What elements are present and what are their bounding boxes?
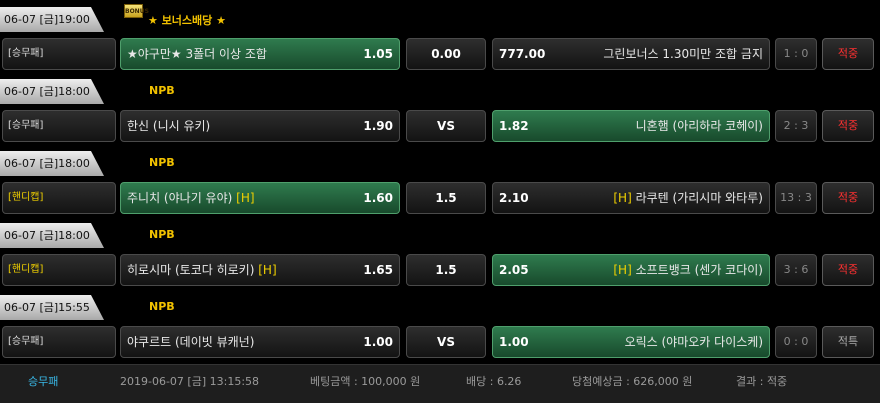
summary-odds: 배당 : 6.26: [466, 375, 522, 388]
summary-type: 승무패: [28, 375, 59, 388]
match-datetime: 06-07 [금]18:00: [0, 79, 104, 104]
handicap-tag: [H]: [613, 191, 632, 205]
draw-handicap[interactable]: VS: [406, 110, 486, 142]
league-name: NPB: [149, 228, 175, 241]
home-label: 히로시마 (토코다 히로키) [H]: [127, 255, 277, 285]
away-team: 라쿠텐 (가리시마 와타루): [635, 191, 763, 205]
home-team: 야쿠르트 (데이빗 뷰캐넌): [127, 335, 255, 349]
home-selection[interactable]: ★야구만★ 3폴더 이상 조합 1.05: [120, 38, 400, 70]
away-selection[interactable]: 1.00 오릭스 (야마오카 다이스케): [492, 326, 770, 358]
away-team: 니혼햄 (아리하라 코헤이): [635, 119, 763, 133]
home-team: ★야구만★ 3폴더 이상 조합: [127, 47, 267, 61]
home-team: 한신 (니시 유키): [127, 119, 211, 133]
result-badge: 적특: [822, 326, 874, 358]
away-odds: 1.82: [499, 119, 529, 133]
match-score: 13 : 3: [775, 182, 817, 214]
away-selection[interactable]: 2.05 [H] 소프트뱅크 (센가 코다이): [492, 254, 770, 286]
match-score: 1 : 0: [775, 38, 817, 70]
away-team: 그린보너스 1.30미만 조합 금지: [603, 47, 763, 61]
bet-summary: 승무패 2019-06-07 [금] 13:15:58 베팅금액 : 100,0…: [0, 364, 880, 403]
draw-handicap[interactable]: 1.5: [406, 182, 486, 214]
bonus-badge-icon: BONUS: [124, 4, 149, 18]
away-label: [H] 소프트뱅크 (센가 코다이): [613, 255, 763, 285]
away-label: [H] 라쿠텐 (가리시마 와타루): [613, 183, 763, 213]
match-datetime: 06-07 [금]18:00: [0, 223, 104, 248]
draw-handicap[interactable]: 1.5: [406, 254, 486, 286]
home-team: 히로시마 (토코다 히로키): [127, 263, 255, 277]
away-odds: 777.00: [499, 47, 546, 61]
summary-datetime: 2019-06-07 [금] 13:15:58: [120, 375, 260, 388]
away-team: 오릭스 (야마오카 다이스케): [624, 335, 763, 349]
home-odds: 1.90: [363, 119, 393, 133]
league-name: NPB: [149, 84, 175, 97]
match-score: 0 : 0: [775, 326, 817, 358]
home-selection[interactable]: 히로시마 (토코다 히로키) [H] 1.65: [120, 254, 400, 286]
handicap-tag: [H]: [236, 191, 255, 205]
away-odds: 1.00: [499, 335, 529, 349]
bonus-title: ★ 보너스배당 ★: [148, 14, 226, 27]
result-badge: 적중: [822, 254, 874, 286]
home-label: 주니치 (야나기 유야) [H]: [127, 183, 255, 213]
bet-type: [승무패]: [2, 326, 116, 358]
home-odds: 1.00: [363, 335, 393, 349]
away-odds: 2.05: [499, 263, 529, 277]
result-badge: 적중: [822, 182, 874, 214]
home-selection[interactable]: 주니치 (야나기 유야) [H] 1.60: [120, 182, 400, 214]
bet-type: [승무패]: [2, 110, 116, 142]
home-selection[interactable]: 한신 (니시 유키) 1.90: [120, 110, 400, 142]
away-selection[interactable]: 1.82 니혼햄 (아리하라 코헤이): [492, 110, 770, 142]
bet-type: [핸디캡]: [2, 254, 116, 286]
draw-handicap[interactable]: VS: [406, 326, 486, 358]
result-badge: 적중: [822, 38, 874, 70]
away-odds: 2.10: [499, 191, 529, 205]
handicap-tag: [H]: [258, 263, 277, 277]
result-badge: 적중: [822, 110, 874, 142]
bet-type: [핸디캡]: [2, 182, 116, 214]
league-name: NPB: [149, 300, 175, 313]
home-selection[interactable]: 야쿠르트 (데이빗 뷰캐넌) 1.00: [120, 326, 400, 358]
match-datetime: 06-07 [금]15:55: [0, 295, 104, 320]
match-score: 2 : 3: [775, 110, 817, 142]
match-datetime: 06-07 [금]19:00: [0, 7, 104, 32]
handicap-tag: [H]: [613, 263, 632, 277]
draw-handicap[interactable]: 0.00: [406, 38, 486, 70]
summary-result: 결과 : 적중: [736, 375, 788, 388]
match-datetime: 06-07 [금]18:00: [0, 151, 104, 176]
home-odds: 1.05: [363, 47, 393, 61]
league-name: NPB: [149, 156, 175, 169]
bet-type: [승무패]: [2, 38, 116, 70]
home-odds: 1.60: [363, 191, 393, 205]
summary-expected-win: 당첨예상금 : 626,000 원: [572, 375, 693, 388]
away-selection[interactable]: 2.10 [H] 라쿠텐 (가리시마 와타루): [492, 182, 770, 214]
match-score: 3 : 6: [775, 254, 817, 286]
home-odds: 1.65: [363, 263, 393, 277]
summary-bet-amount: 베팅금액 : 100,000 원: [310, 375, 421, 388]
home-team: 주니치 (야나기 유야): [127, 191, 233, 205]
away-selection[interactable]: 777.00 그린보너스 1.30미만 조합 금지: [492, 38, 770, 70]
away-team: 소프트뱅크 (센가 코다이): [635, 263, 763, 277]
